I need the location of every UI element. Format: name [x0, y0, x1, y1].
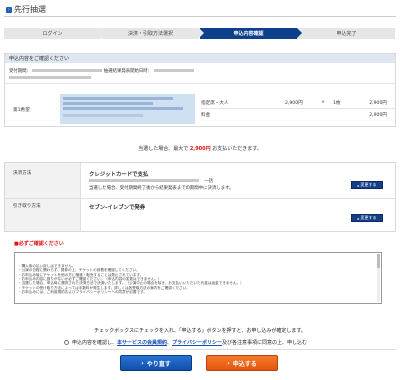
fee-divider [201, 108, 395, 109]
event-date-redacted [63, 107, 183, 110]
unit-price: 2,900円 [285, 101, 303, 106]
agree-suffix: 及び各注意事項に同意の上、申し込む [221, 340, 307, 346]
event-venue-redacted [63, 114, 143, 117]
step-complete: 申込完了 [298, 28, 395, 39]
card-row: 一括 [89, 178, 213, 184]
confirm-header: 申込内容をご確認ください [5, 54, 395, 63]
payment-note: 当選した場合、受付期間終了後から結果発表までの期間中に決済します。 [89, 186, 234, 191]
change-pickup-button[interactable]: 変更する [351, 214, 383, 222]
pickup-method: セブン-イレブンで発券 [89, 205, 146, 211]
agree-prefix: 申込内容を確認し、 [72, 340, 118, 346]
bottom-divider [4, 349, 396, 350]
instruction-text: チェックボックスにチェックを入れ、「申込する」ボタンを押すと、お申し込みが確定し… [94, 328, 306, 334]
reception-row: 受付期間： 抽選結果発表開始日時： [9, 68, 194, 74]
chevron-right-icon: › [6, 6, 12, 13]
venue-redacted [9, 76, 91, 79]
reception-period-redacted [32, 69, 103, 72]
result-date-redacted [153, 69, 194, 72]
row-divider [5, 198, 395, 199]
redo-button[interactable]: › やり直す [120, 355, 192, 371]
max-charge-prefix: 当選した場合、最大で [138, 146, 189, 152]
page-title-text: 先行抽選 [14, 5, 46, 14]
apply-button[interactable]: › 申込する [206, 355, 278, 371]
step-confirm: 申込内容確認 [200, 28, 302, 39]
choice-label: 第1希望 [13, 108, 30, 113]
quantity: 1枚 [333, 101, 341, 106]
redo-button-label: やり直す [146, 360, 171, 368]
subtotal: 2,900円 [369, 101, 387, 106]
chevron-left-icon: › [141, 359, 144, 367]
step-payment-select: 決済・引取方法選択 [102, 28, 204, 39]
step-login: ログイン [4, 28, 106, 39]
fee-label: 料金 [201, 113, 211, 118]
change-payment-button[interactable]: 変更する [351, 181, 383, 189]
pickup-label: 引き取り方法 [13, 204, 41, 209]
payment-count: 一括 [204, 179, 214, 184]
times-sign: × [321, 100, 325, 105]
progress-steps: ログイン 決済・引取方法選択 申込内容確認 申込完了 [4, 28, 396, 39]
confirm-section: 申込内容をご確認ください 受付期間： 抽選結果発表開始日時： 第1希望 指定席・… [4, 53, 396, 127]
terms-link[interactable]: 本サービスの会員規約 [117, 339, 167, 346]
chevron-right-icon: › [227, 359, 230, 367]
payment-method: クレジットカードで支払 [89, 172, 149, 178]
max-charge-amount: 2,900円 [189, 146, 211, 152]
result-label: 抽選結果発表開始日時： [103, 69, 153, 74]
max-charge-suffix: お支払いただきます。 [212, 146, 262, 152]
row-divider [5, 83, 395, 84]
reception-label: 受付期間： [9, 69, 31, 74]
max-charge-notice: 当選した場合、最大で 2,900円 お支払いただきます。 [0, 145, 400, 152]
notice-scroll-thumb[interactable] [377, 254, 380, 268]
event-sub-redacted [63, 102, 153, 105]
privacy-policy-link[interactable]: プライバシーポリシー [172, 339, 222, 346]
payment-label: 決済方法 [13, 171, 32, 176]
payment-pickup-section: 決済方法 クレジットカードで支払 一括 当選した場合、受付期間終了後から結果発表… [4, 162, 396, 232]
fee-total: 2,900円 [369, 113, 387, 118]
seat-type: 指定席・大人 [201, 101, 229, 106]
notice-scrollbar[interactable] [377, 254, 380, 302]
card-number-redacted [89, 179, 199, 182]
event-details [60, 94, 195, 124]
notice-title: ■必ずご確認ください [14, 241, 64, 247]
page-title: › 先行抽選 [6, 4, 46, 15]
apply-button-label: 申込する [232, 360, 257, 368]
notice-textarea[interactable]: ・購入後の払い戻しはできません。 ・公演の日程に関わらず、発券の上、チケットの到… [14, 252, 382, 304]
notice-text: ・購入後の払い戻しはできません。 ・公演の日程に関わらず、発券の上、チケットの到… [18, 263, 244, 295]
event-name-redacted [63, 97, 173, 100]
agree-row: 申込内容を確認し、 本サービスの会員規約 、 プライバシーポリシー 及び各注意事… [64, 339, 307, 346]
title-divider [4, 16, 396, 17]
venue-row [9, 75, 91, 81]
agree-checkbox[interactable] [64, 340, 69, 345]
